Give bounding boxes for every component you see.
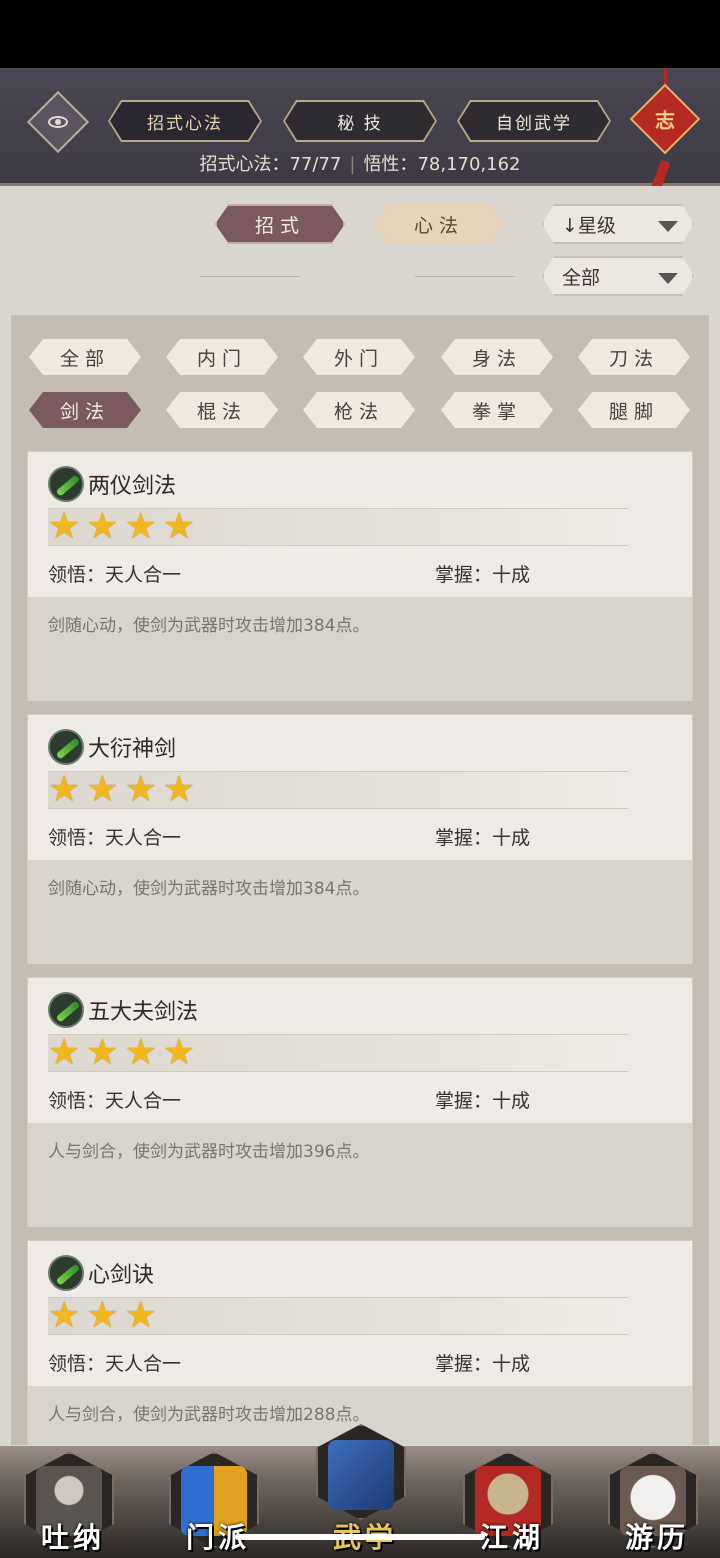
nav-breathing[interactable]: 吐纳 [8,1446,118,1558]
comprehension-label: 领悟：天人合一 [48,1353,182,1375]
star-icon: ★ [124,506,157,547]
nav-label: 吐纳 [40,1521,105,1554]
star-icon: ★ [162,506,196,547]
star-icon: ★ [86,769,119,810]
skill-card[interactable]: 心剑诀 ★ ★ ★ 领悟：天人合一 掌握：十成 人与剑合，使剑为武器时攻击增加288… [27,1240,693,1445]
mastery-label: 掌握：十成 [435,827,531,849]
filter-blade[interactable]: 刀法 [578,339,690,375]
star-icon: ★ [124,1295,157,1336]
stats-line: 招式心法：77/77 | 悟性：78,170,162 [199,154,521,175]
skill-card[interactable]: 大衍神剑 ★ ★ ★ ★ 领悟：天人合一 掌握：十成 剑随心动，使剑为武器时攻击增加3… [27,714,693,964]
insight-label: 悟性： [363,154,418,175]
star-icon: ★ [48,769,81,810]
sort-dropdown[interactable]: ↓星级 [542,204,694,244]
mastery-label: 掌握：十成 [435,1353,531,1375]
skill-description: 人与剑合，使剑为武器时攻击增加288点。 [48,1405,370,1425]
skill-card[interactable]: 两仪剑法 ★ ★ ★ ★ 领悟：天人合一 掌握：十成 剑随心动，使剑为武器时攻击增加3… [27,451,693,701]
star-icon: ★ [86,1295,119,1336]
filter-sword[interactable]: 剑法 [29,392,141,428]
skill-name: 心剑诀 [88,1263,155,1288]
star-icon: ★ [86,1032,119,1073]
mastery-label: 掌握：十成 [435,564,531,586]
star-icon: ★ [48,506,81,547]
sword-icon [48,466,84,502]
tab-secret-skills[interactable]: 秘 技 [285,102,435,140]
insight-value: 78,170,162 [417,154,521,175]
moves-value: 77/77 [289,154,342,175]
sword-icon [48,1255,84,1291]
sort-value: ↓星级 [562,214,616,237]
comprehension-label: 领悟：天人合一 [48,827,182,849]
skill-card[interactable]: 五大夫剑法 ★ ★ ★ ★ 领悟：天人合一 掌握：十成 人与剑合，使剑为武器时攻击增加… [27,977,693,1227]
main-content: 招式 心法 ↓星级 全部 全部 内门 外门 身法 刀法 剑法 棍法 枪法 拳掌 … [0,186,720,1558]
sword-icon [48,729,84,765]
nav-travel[interactable]: 游历 [592,1446,702,1558]
comprehension-label: 领悟：天人合一 [48,564,182,586]
bottom-nav: 吐纳 门派 武学 江湖 游历 [0,1424,720,1558]
skill-description: 人与剑合，使剑为武器时攻击增加396点。 [48,1142,370,1162]
filter-leg[interactable]: 腿脚 [578,392,690,428]
filter-outer[interactable]: 外门 [303,339,415,375]
star-icon: ★ [124,1032,157,1073]
chevron-down-icon [658,221,678,232]
filter-dropdown[interactable]: 全部 [542,256,694,296]
mastery-label: 掌握：十成 [435,1090,531,1112]
chevron-down-icon [658,273,678,284]
chinese-knot-button[interactable]: 志 [629,83,701,155]
star-icon: ★ [86,506,119,547]
moves-label: 招式心法： [199,154,290,175]
star-rating: ★ ★ ★ [48,1297,628,1335]
skill-name: 大衍神剑 [88,737,177,762]
star-icon: ★ [124,769,157,810]
skill-name: 五大夫剑法 [88,1000,199,1025]
skill-description: 剑随心动，使剑为武器时攻击增加384点。 [48,879,370,899]
tab-custom-martial[interactable]: 自创武学 [459,102,609,140]
home-indicator [235,1534,485,1540]
star-icon: ★ [48,1032,81,1073]
star-icon: ★ [162,1032,196,1073]
skill-description: 剑随心动，使剑为武器时攻击增加384点。 [48,616,370,636]
manual-book-icon [328,1440,394,1510]
star-rating: ★ ★ ★ ★ [48,1034,628,1072]
skill-name: 两仪剑法 [88,474,177,499]
star-rating: ★ ★ ★ ★ [48,771,628,809]
filter-value: 全部 [562,266,601,289]
divider [200,276,300,277]
eye-button[interactable] [26,90,90,154]
divider [415,276,515,277]
nav-martial-arts[interactable]: 武学 [300,1424,410,1558]
knot-char: 志 [655,108,675,133]
comprehension-label: 领悟：天人合一 [48,1090,182,1112]
filter-staff[interactable]: 棍法 [166,392,278,428]
tab-moves[interactable]: 招式心法 [110,102,260,140]
nav-jianghu[interactable]: 江湖 [447,1446,557,1558]
nav-sect[interactable]: 门派 [153,1446,263,1558]
nav-label: 游历 [624,1521,689,1554]
filter-spear[interactable]: 枪法 [303,392,415,428]
filter-all[interactable]: 全部 [29,339,141,375]
sword-icon [48,992,84,1028]
status-bar [0,0,720,68]
eye-icon [48,116,68,128]
star-icon: ★ [48,1295,81,1336]
skills-panel: 全部 内门 外门 身法 刀法 剑法 棍法 枪法 拳掌 腿脚 两仪剑法 ★ ★ ★ ★ … [11,315,709,1445]
star-rating: ★ ★ ★ ★ [48,508,628,546]
header: 招式心法 秘 技 自创武学 志 招式心法：77/77 | 悟性：78,170,162 [0,68,720,201]
filter-movement[interactable]: 身法 [441,339,553,375]
filter-inner[interactable]: 内门 [166,339,278,375]
filter-fist[interactable]: 拳掌 [441,392,553,428]
star-icon: ★ [162,769,196,810]
subtab-moves[interactable]: 招式 [215,204,345,244]
subtab-inner-art[interactable]: 心法 [374,204,504,244]
